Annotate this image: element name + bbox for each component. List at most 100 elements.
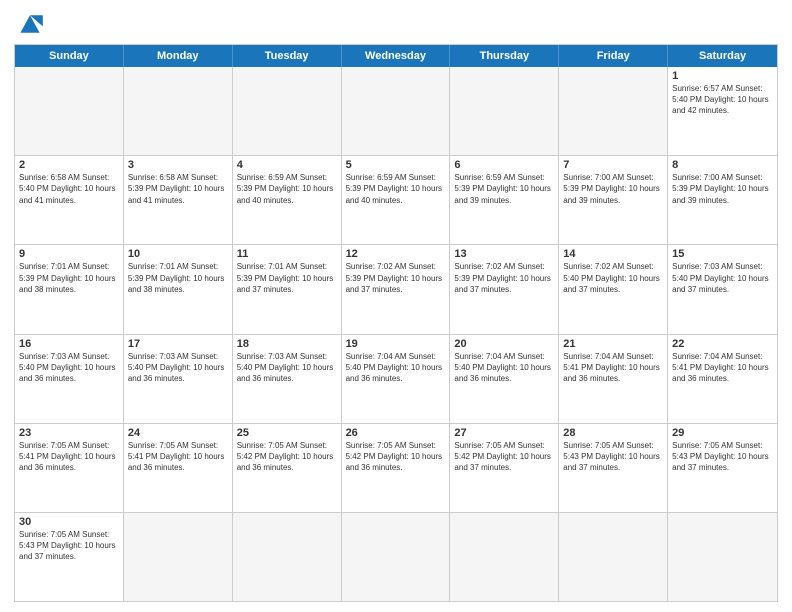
day-info: Sunrise: 7:02 AM Sunset: 5:40 PM Dayligh… — [563, 261, 663, 295]
calendar-cell: 23Sunrise: 7:05 AM Sunset: 5:41 PM Dayli… — [15, 424, 124, 512]
day-number: 26 — [346, 427, 446, 439]
calendar-cell — [559, 513, 668, 601]
day-info: Sunrise: 7:04 AM Sunset: 5:41 PM Dayligh… — [672, 351, 773, 385]
calendar-cell: 12Sunrise: 7:02 AM Sunset: 5:39 PM Dayli… — [342, 245, 451, 333]
calendar-row-1: 2Sunrise: 6:58 AM Sunset: 5:40 PM Daylig… — [15, 155, 777, 244]
calendar-cell: 28Sunrise: 7:05 AM Sunset: 5:43 PM Dayli… — [559, 424, 668, 512]
calendar-cell — [450, 513, 559, 601]
header-day-wednesday: Wednesday — [342, 45, 451, 67]
day-info: Sunrise: 6:58 AM Sunset: 5:40 PM Dayligh… — [19, 172, 119, 206]
day-number: 17 — [128, 338, 228, 350]
day-info: Sunrise: 6:59 AM Sunset: 5:39 PM Dayligh… — [346, 172, 446, 206]
day-number: 10 — [128, 248, 228, 260]
header-day-tuesday: Tuesday — [233, 45, 342, 67]
calendar-cell: 10Sunrise: 7:01 AM Sunset: 5:39 PM Dayli… — [124, 245, 233, 333]
calendar-row-2: 9Sunrise: 7:01 AM Sunset: 5:39 PM Daylig… — [15, 244, 777, 333]
day-info: Sunrise: 7:01 AM Sunset: 5:39 PM Dayligh… — [237, 261, 337, 295]
day-info: Sunrise: 7:04 AM Sunset: 5:40 PM Dayligh… — [454, 351, 554, 385]
day-info: Sunrise: 7:04 AM Sunset: 5:41 PM Dayligh… — [563, 351, 663, 385]
day-info: Sunrise: 6:57 AM Sunset: 5:40 PM Dayligh… — [672, 83, 773, 117]
day-info: Sunrise: 7:05 AM Sunset: 5:43 PM Dayligh… — [563, 440, 663, 474]
calendar-cell: 13Sunrise: 7:02 AM Sunset: 5:39 PM Dayli… — [450, 245, 559, 333]
calendar-cell — [124, 67, 233, 155]
calendar-cell: 21Sunrise: 7:04 AM Sunset: 5:41 PM Dayli… — [559, 335, 668, 423]
day-number: 3 — [128, 159, 228, 171]
day-info: Sunrise: 7:03 AM Sunset: 5:40 PM Dayligh… — [237, 351, 337, 385]
logo — [14, 10, 50, 38]
calendar-row-5: 30Sunrise: 7:05 AM Sunset: 5:43 PM Dayli… — [15, 512, 777, 601]
day-info: Sunrise: 7:00 AM Sunset: 5:39 PM Dayligh… — [563, 172, 663, 206]
day-info: Sunrise: 7:05 AM Sunset: 5:41 PM Dayligh… — [128, 440, 228, 474]
header-day-sunday: Sunday — [15, 45, 124, 67]
day-number: 22 — [672, 338, 773, 350]
calendar-cell — [668, 513, 777, 601]
day-number: 14 — [563, 248, 663, 260]
calendar-cell: 18Sunrise: 7:03 AM Sunset: 5:40 PM Dayli… — [233, 335, 342, 423]
calendar-cell: 5Sunrise: 6:59 AM Sunset: 5:39 PM Daylig… — [342, 156, 451, 244]
calendar-cell: 20Sunrise: 7:04 AM Sunset: 5:40 PM Dayli… — [450, 335, 559, 423]
calendar-cell: 17Sunrise: 7:03 AM Sunset: 5:40 PM Dayli… — [124, 335, 233, 423]
calendar-cell: 6Sunrise: 6:59 AM Sunset: 5:39 PM Daylig… — [450, 156, 559, 244]
header — [14, 10, 778, 38]
day-number: 30 — [19, 516, 119, 528]
calendar-row-0: 1Sunrise: 6:57 AM Sunset: 5:40 PM Daylig… — [15, 67, 777, 155]
header-day-friday: Friday — [559, 45, 668, 67]
day-info: Sunrise: 7:05 AM Sunset: 5:42 PM Dayligh… — [454, 440, 554, 474]
calendar-row-4: 23Sunrise: 7:05 AM Sunset: 5:41 PM Dayli… — [15, 423, 777, 512]
calendar-cell — [233, 67, 342, 155]
day-number: 5 — [346, 159, 446, 171]
calendar-cell: 26Sunrise: 7:05 AM Sunset: 5:42 PM Dayli… — [342, 424, 451, 512]
day-number: 13 — [454, 248, 554, 260]
day-number: 25 — [237, 427, 337, 439]
calendar-cell: 14Sunrise: 7:02 AM Sunset: 5:40 PM Dayli… — [559, 245, 668, 333]
header-day-thursday: Thursday — [450, 45, 559, 67]
calendar-cell — [124, 513, 233, 601]
day-info: Sunrise: 6:58 AM Sunset: 5:39 PM Dayligh… — [128, 172, 228, 206]
day-number: 27 — [454, 427, 554, 439]
day-number: 1 — [672, 70, 773, 82]
day-info: Sunrise: 7:01 AM Sunset: 5:39 PM Dayligh… — [19, 261, 119, 295]
day-info: Sunrise: 7:01 AM Sunset: 5:39 PM Dayligh… — [128, 261, 228, 295]
header-day-saturday: Saturday — [668, 45, 777, 67]
calendar-row-3: 16Sunrise: 7:03 AM Sunset: 5:40 PM Dayli… — [15, 334, 777, 423]
calendar-cell — [15, 67, 124, 155]
day-info: Sunrise: 7:05 AM Sunset: 5:42 PM Dayligh… — [346, 440, 446, 474]
calendar-cell: 29Sunrise: 7:05 AM Sunset: 5:43 PM Dayli… — [668, 424, 777, 512]
calendar-cell: 4Sunrise: 6:59 AM Sunset: 5:39 PM Daylig… — [233, 156, 342, 244]
day-number: 18 — [237, 338, 337, 350]
calendar-cell: 30Sunrise: 7:05 AM Sunset: 5:43 PM Dayli… — [15, 513, 124, 601]
calendar-cell: 22Sunrise: 7:04 AM Sunset: 5:41 PM Dayli… — [668, 335, 777, 423]
day-number: 4 — [237, 159, 337, 171]
calendar-cell — [342, 67, 451, 155]
day-info: Sunrise: 7:02 AM Sunset: 5:39 PM Dayligh… — [454, 261, 554, 295]
day-info: Sunrise: 6:59 AM Sunset: 5:39 PM Dayligh… — [454, 172, 554, 206]
day-info: Sunrise: 7:05 AM Sunset: 5:41 PM Dayligh… — [19, 440, 119, 474]
day-number: 29 — [672, 427, 773, 439]
day-info: Sunrise: 6:59 AM Sunset: 5:39 PM Dayligh… — [237, 172, 337, 206]
calendar-cell: 1Sunrise: 6:57 AM Sunset: 5:40 PM Daylig… — [668, 67, 777, 155]
day-number: 8 — [672, 159, 773, 171]
day-number: 19 — [346, 338, 446, 350]
calendar-cell — [233, 513, 342, 601]
day-info: Sunrise: 7:03 AM Sunset: 5:40 PM Dayligh… — [19, 351, 119, 385]
calendar-cell — [559, 67, 668, 155]
day-number: 24 — [128, 427, 228, 439]
calendar-cell: 2Sunrise: 6:58 AM Sunset: 5:40 PM Daylig… — [15, 156, 124, 244]
day-info: Sunrise: 7:00 AM Sunset: 5:39 PM Dayligh… — [672, 172, 773, 206]
day-info: Sunrise: 7:05 AM Sunset: 5:43 PM Dayligh… — [19, 529, 119, 563]
calendar-cell: 25Sunrise: 7:05 AM Sunset: 5:42 PM Dayli… — [233, 424, 342, 512]
day-number: 16 — [19, 338, 119, 350]
logo-icon — [14, 10, 46, 38]
day-info: Sunrise: 7:05 AM Sunset: 5:42 PM Dayligh… — [237, 440, 337, 474]
calendar-cell: 16Sunrise: 7:03 AM Sunset: 5:40 PM Dayli… — [15, 335, 124, 423]
calendar-body: 1Sunrise: 6:57 AM Sunset: 5:40 PM Daylig… — [15, 67, 777, 601]
calendar-cell: 15Sunrise: 7:03 AM Sunset: 5:40 PM Dayli… — [668, 245, 777, 333]
day-number: 6 — [454, 159, 554, 171]
day-info: Sunrise: 7:05 AM Sunset: 5:43 PM Dayligh… — [672, 440, 773, 474]
calendar-cell: 9Sunrise: 7:01 AM Sunset: 5:39 PM Daylig… — [15, 245, 124, 333]
day-number: 23 — [19, 427, 119, 439]
header-day-monday: Monday — [124, 45, 233, 67]
calendar-header-row: SundayMondayTuesdayWednesdayThursdayFrid… — [15, 45, 777, 67]
day-info: Sunrise: 7:04 AM Sunset: 5:40 PM Dayligh… — [346, 351, 446, 385]
day-number: 11 — [237, 248, 337, 260]
